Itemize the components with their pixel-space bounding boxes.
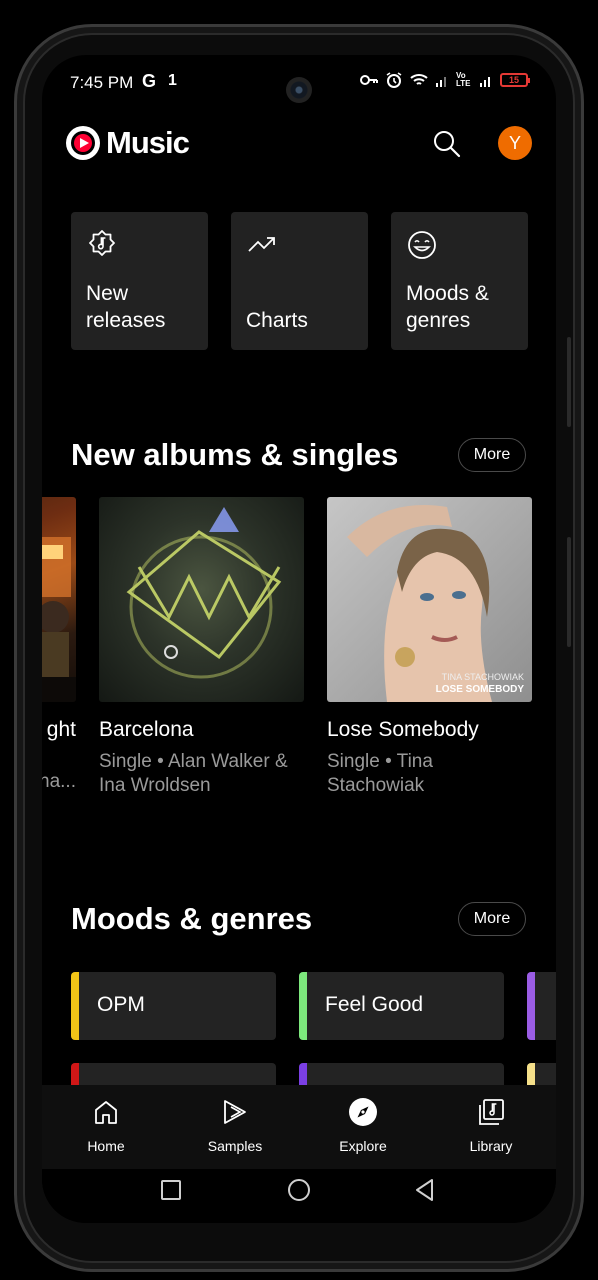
album-title: Lose Somebody — [327, 718, 479, 741]
smiley-icon — [408, 231, 436, 259]
album-art — [99, 497, 304, 702]
mood-chip-opm[interactable]: OPM — [71, 972, 276, 1040]
tile-charts[interactable]: Charts — [231, 212, 368, 350]
chip-color-bar — [527, 972, 535, 1040]
signal-icon — [436, 77, 446, 87]
bottom-nav: Home Samples Explore Library — [42, 1085, 556, 1169]
tile-label: New releases — [86, 282, 166, 332]
album-art: TINA STACHOWIAK LOSE SOMEBODY — [327, 497, 532, 702]
app-name: Music — [106, 125, 190, 160]
nav-label: Explore — [339, 1138, 387, 1154]
explore-tiles: New releases Charts Moods & genres — [71, 212, 528, 350]
album-title: ght — [46, 718, 76, 741]
tile-label: Charts — [246, 309, 308, 332]
mood-chip-partial[interactable] — [527, 972, 556, 1040]
nav-label: Samples — [207, 1138, 263, 1154]
music-logo[interactable]: Music — [66, 125, 190, 161]
nav-library[interactable]: Library — [441, 1097, 541, 1154]
front-camera — [286, 77, 312, 103]
album-art-text: TINA STACHOWIAK — [441, 672, 524, 682]
album-subtitle: Single • Tina Stachowiak — [327, 751, 433, 796]
trending-up-icon — [248, 237, 275, 252]
search-icon[interactable] — [430, 127, 464, 161]
app-header: Music Y — [42, 121, 556, 171]
new-albums-carousel: ght ha... Barcelona Single • Alan Walker… — [42, 497, 556, 807]
nav-home[interactable]: Home — [56, 1097, 156, 1154]
section-title-new-albums: New albums & singles — [71, 437, 399, 472]
signal-icon-2 — [480, 77, 490, 87]
new-releases-icon — [89, 230, 115, 256]
home-icon — [95, 1101, 117, 1124]
status-icons: Vo LTE 15 — [360, 71, 530, 89]
wifi-icon — [410, 74, 428, 85]
sim-indicator: 1 — [168, 72, 177, 89]
volte-label: Vo LTE — [456, 71, 471, 88]
volume-button — [567, 337, 571, 427]
avatar[interactable]: Y — [498, 126, 532, 160]
section-title-moods: Moods & genres — [71, 901, 313, 936]
nav-explore[interactable]: Explore — [313, 1097, 413, 1154]
tile-new-releases[interactable]: New releases — [71, 212, 208, 350]
library-icon — [479, 1099, 504, 1125]
album-card-barcelona[interactable]: Barcelona Single • Alan Walker & Ina Wro… — [99, 497, 304, 798]
album-subtitle: Single • Alan Walker & Ina Wroldsen — [99, 751, 288, 796]
tile-label: Moods & genres — [406, 282, 489, 332]
album-art — [42, 497, 76, 702]
youtube-music-logo-icon — [66, 126, 100, 160]
power-button — [567, 537, 571, 647]
moods-grid: OPM Feel Good — [42, 972, 556, 1131]
album-subtitle: ha... — [42, 771, 76, 792]
key-icon — [360, 75, 378, 85]
album-title: Barcelona — [99, 718, 194, 741]
album-card-partial[interactable]: ght ha... — [42, 497, 76, 794]
status-bar: 7:45 PM G 1 Vo LTE 15 — [42, 55, 556, 111]
tile-moods-genres[interactable]: Moods & genres — [391, 212, 528, 350]
album-art-image — [126, 507, 282, 679]
samples-icon — [224, 1100, 246, 1124]
new-albums-more-button[interactable]: More — [458, 438, 526, 472]
album-art-image — [42, 537, 76, 702]
explore-compass-icon — [349, 1098, 377, 1126]
chip-color-bar — [299, 972, 307, 1040]
system-nav-bar — [42, 1169, 556, 1223]
album-card-lose-somebody[interactable]: TINA STACHOWIAK LOSE SOMEBODY Lose Someb… — [327, 497, 532, 798]
recent-apps-icon[interactable] — [160, 1179, 182, 1201]
moods-more-button[interactable]: More — [458, 902, 526, 936]
home-circle-icon[interactable] — [287, 1178, 311, 1202]
chip-label: Feel Good — [325, 993, 424, 1016]
google-icon: G — [142, 71, 157, 91]
album-art-text: LOSE SOMEBODY — [435, 684, 524, 695]
back-triangle-icon[interactable] — [414, 1178, 436, 1202]
nav-samples[interactable]: Samples — [185, 1097, 285, 1154]
chip-label: OPM — [97, 993, 145, 1016]
chip-color-bar — [71, 972, 79, 1040]
alarm-icon — [386, 72, 402, 88]
status-time: 7:45 PM — [70, 73, 134, 92]
nav-label: Library — [469, 1138, 513, 1154]
battery-icon: 15 — [500, 73, 530, 87]
screen: 7:45 PM G 1 Vo LTE 15 Music Y New releas… — [42, 55, 556, 1223]
nav-label: Home — [87, 1138, 125, 1154]
mood-chip-feel-good[interactable]: Feel Good — [299, 972, 504, 1040]
